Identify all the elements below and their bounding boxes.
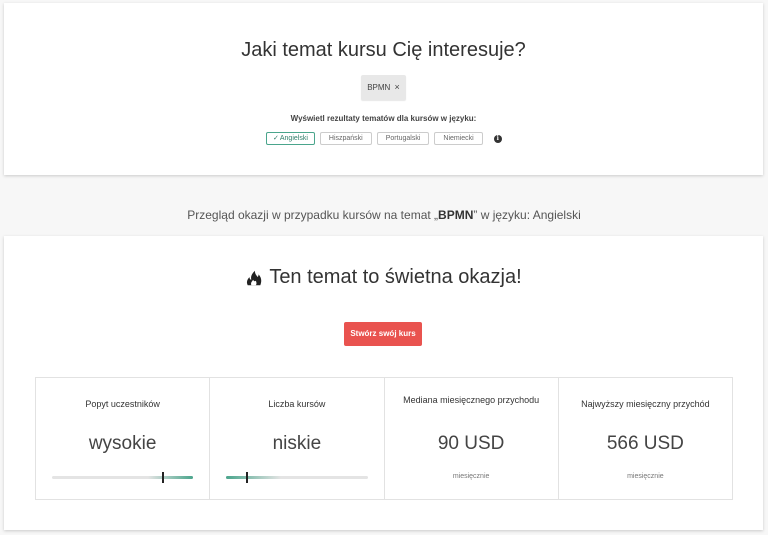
stat-label: Liczba kursów bbox=[268, 399, 326, 409]
stat-median-revenue: Mediana miesięcznego przychodu 90 USD mi… bbox=[385, 378, 559, 499]
language-button-hiszpanski[interactable]: Hiszpański bbox=[319, 132, 372, 145]
stats-panel: Popyt uczestników wysokie Liczba kursów … bbox=[35, 377, 733, 500]
topic-search-card: Jaki temat kursu Cię interesuje? BPMN × … bbox=[4, 3, 763, 175]
gauge-fill bbox=[148, 476, 194, 479]
language-button-niemiecki[interactable]: Niemiecki bbox=[434, 132, 483, 145]
language-label: Portugalski bbox=[385, 135, 421, 142]
overview-suffix: ” w języku: Angielski bbox=[473, 208, 581, 222]
language-filter: ✓Angielski Hiszpański Portugalski Niemie… bbox=[266, 132, 502, 145]
gauge-marker bbox=[162, 472, 165, 483]
language-label: Hiszpański bbox=[328, 135, 363, 142]
remove-tag-icon[interactable]: × bbox=[395, 82, 400, 92]
stat-sub: miesięcznie bbox=[452, 473, 490, 480]
gauge-marker bbox=[246, 472, 249, 483]
language-label: Angielski bbox=[279, 135, 308, 142]
fire-icon bbox=[247, 270, 262, 285]
stat-course-count: Liczba kursów niskie bbox=[210, 378, 385, 499]
stat-sub: miesięcznie bbox=[627, 473, 664, 480]
stat-label: Najwyższy miesięczny przychód bbox=[581, 399, 710, 409]
overview-heading: Przegląd okazji w przypadku kursów na te… bbox=[0, 208, 768, 222]
stat-value: 90 USD bbox=[437, 433, 505, 454]
opportunity-card: Ten temat to świetna okazja! Stwórz swój… bbox=[4, 236, 763, 530]
language-button-angielski[interactable]: ✓Angielski bbox=[266, 132, 315, 145]
create-course-button[interactable]: Stwórz swój kurs bbox=[344, 322, 422, 346]
stat-label: Popyt uczestników bbox=[85, 399, 160, 409]
stat-value: wysokie bbox=[88, 433, 157, 454]
topic-tag-label: BPMN bbox=[367, 83, 391, 92]
check-icon: ✓ bbox=[273, 135, 279, 142]
language-label: Niemiecki bbox=[443, 135, 474, 142]
overview-prefix: Przegląd okazji w przypadku kursów na te… bbox=[187, 208, 439, 222]
language-caption: Wyświetl rezultaty tematów dla kursów w … bbox=[290, 114, 477, 123]
stat-demand: Popyt uczestników wysokie bbox=[36, 378, 211, 499]
info-circle-icon[interactable]: i bbox=[493, 134, 502, 143]
course-count-gauge bbox=[226, 472, 368, 483]
stat-top-revenue: Najwyższy miesięczny przychód 566 USD mi… bbox=[559, 378, 732, 499]
opportunity-headline-text: Ten temat to świetna okazja! bbox=[269, 266, 522, 288]
stat-value: niskie bbox=[272, 433, 322, 454]
gauge-fill bbox=[226, 476, 282, 479]
topic-question-title: Jaki temat kursu Cię interesuje? bbox=[241, 39, 526, 61]
stat-label: Mediana miesięcznego przychodu bbox=[403, 395, 540, 405]
opportunity-headline: Ten temat to świetna okazja! bbox=[4, 266, 763, 289]
language-button-portugalski[interactable]: Portugalski bbox=[376, 132, 430, 145]
demand-gauge bbox=[52, 472, 194, 483]
stat-value: 566 USD bbox=[606, 433, 684, 454]
topic-tag-chip[interactable]: BPMN × bbox=[361, 75, 406, 100]
overview-topic: BPMN bbox=[438, 208, 474, 222]
